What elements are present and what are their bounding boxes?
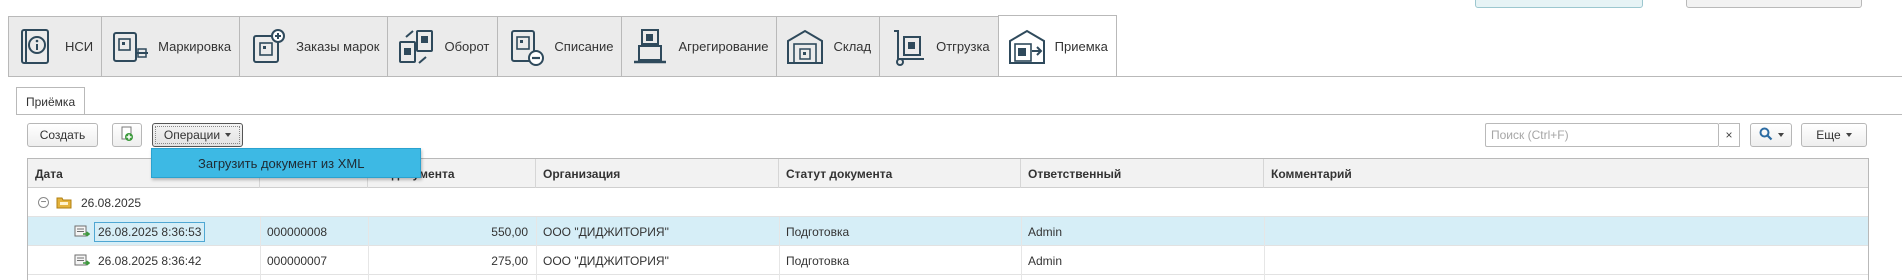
section-tab-label: Склад bbox=[833, 39, 872, 54]
section-tab-label: Приемка bbox=[1054, 39, 1108, 54]
sections-divider bbox=[8, 76, 1902, 77]
table-row[interactable]: 26.08.2025 8:36:42 000000007 275,00 ООО … bbox=[28, 246, 1868, 275]
chevron-down-icon bbox=[1777, 133, 1784, 137]
column-divider bbox=[1264, 217, 1265, 280]
section-tab-label: Отгрузка bbox=[936, 39, 990, 54]
cell-date: 26.08.2025 8:36:42 bbox=[98, 253, 202, 268]
cell-amount: 550,00 bbox=[491, 224, 528, 239]
column-header-comment[interactable]: Комментарий bbox=[1264, 159, 1868, 188]
cell-organization: ООО "ДИДЖИТОРИЯ" bbox=[543, 253, 669, 268]
more-button[interactable]: Еще bbox=[1801, 123, 1867, 147]
column-divider bbox=[536, 217, 537, 280]
cell-responsible: Admin bbox=[1028, 253, 1063, 268]
cell-date[interactable]: 26.08.2025 8:36:53 bbox=[94, 217, 206, 246]
copy-document-button[interactable] bbox=[112, 123, 142, 147]
chevron-down-icon bbox=[1845, 133, 1852, 137]
operations-menu-button[interactable]: Операции bbox=[152, 123, 243, 147]
section-tab-turnover[interactable]: Оборот bbox=[387, 16, 498, 76]
acceptance-icon bbox=[1005, 25, 1049, 69]
page-tab-divider bbox=[16, 114, 1902, 115]
search-input[interactable] bbox=[1485, 123, 1719, 147]
turnover-icon bbox=[394, 25, 438, 69]
more-label: Еще bbox=[1816, 128, 1841, 142]
menu-item-load-xml[interactable]: Загрузить документ из XML bbox=[152, 156, 364, 171]
search-icon bbox=[1759, 127, 1773, 144]
section-tab-order-marks[interactable]: Заказы марок bbox=[239, 16, 388, 76]
section-tab-label: Маркировка bbox=[158, 39, 232, 54]
chevron-down-icon bbox=[225, 133, 232, 137]
copy-document-icon bbox=[119, 126, 135, 145]
info-book-icon bbox=[15, 25, 59, 69]
operations-dropdown-menu: Загрузить документ из XML bbox=[151, 148, 421, 178]
section-tab-marking[interactable]: Маркировка bbox=[101, 16, 240, 76]
section-tab-label: Оборот bbox=[444, 39, 490, 54]
marking-icon bbox=[108, 25, 152, 69]
write-off-icon bbox=[504, 25, 548, 69]
cell-amount: 275,00 bbox=[491, 253, 528, 268]
section-tab-warehouse[interactable]: Склад bbox=[776, 16, 880, 76]
section-tab-shipment[interactable]: Отгрузка bbox=[879, 16, 998, 76]
operations-label: Операции bbox=[163, 128, 221, 142]
column-divider bbox=[779, 217, 780, 280]
column-divider bbox=[260, 217, 261, 280]
shipment-icon bbox=[886, 25, 930, 69]
group-row[interactable]: − 26.08.2025 bbox=[28, 188, 1868, 217]
section-tab-write-off[interactable]: Списание bbox=[497, 16, 622, 76]
section-tab-label: Заказы марок bbox=[296, 39, 380, 54]
group-label: 26.08.2025 bbox=[81, 195, 142, 210]
cell-number: 000000007 bbox=[267, 253, 328, 268]
section-tab-label: Агрегирование bbox=[678, 39, 769, 54]
folder-icon bbox=[56, 196, 72, 212]
warehouse-icon bbox=[783, 25, 827, 69]
section-tab-label: НСИ bbox=[65, 39, 94, 54]
date-value: 26.08.2025 8:36:53 bbox=[94, 221, 206, 242]
cell-status: Подготовка bbox=[786, 253, 850, 268]
cell-comment bbox=[1264, 246, 1271, 275]
section-tab-label: Списание bbox=[554, 39, 614, 54]
cell-number: 000000008 bbox=[267, 224, 328, 239]
top-action-button-1[interactable] bbox=[1475, 0, 1643, 8]
section-tabs: НСИ Маркировка Заказы марок Оборот Списа… bbox=[8, 15, 1117, 77]
column-divider bbox=[1021, 217, 1022, 280]
collapse-icon[interactable]: − bbox=[38, 197, 49, 208]
column-header-organization[interactable]: Организация bbox=[536, 159, 779, 188]
cell-organization: ООО "ДИДЖИТОРИЯ" bbox=[543, 224, 669, 239]
clear-search-button[interactable]: × bbox=[1719, 123, 1740, 147]
section-tab-nsi[interactable]: НСИ bbox=[8, 16, 102, 76]
aggregation-icon bbox=[628, 25, 672, 69]
page-tab-acceptance[interactable]: Приёмка bbox=[16, 87, 86, 115]
search-button[interactable] bbox=[1750, 123, 1792, 147]
section-tab-aggregation[interactable]: Агрегирование bbox=[621, 16, 777, 76]
column-header-responsible[interactable]: Ответственный bbox=[1021, 159, 1264, 188]
table-row[interactable]: 26.08.2025 8:36:53 000000008 550,00 ООО … bbox=[28, 217, 1868, 246]
column-divider bbox=[368, 217, 369, 280]
cell-comment bbox=[1264, 217, 1271, 246]
section-tab-acceptance[interactable]: Приемка bbox=[997, 15, 1117, 77]
document-icon bbox=[74, 254, 91, 271]
top-action-button-2[interactable] bbox=[1686, 0, 1862, 8]
cell-status: Подготовка bbox=[786, 224, 850, 239]
order-marks-icon bbox=[246, 25, 290, 69]
cell-responsible: Admin bbox=[1028, 224, 1063, 239]
column-header-status[interactable]: Статут документа bbox=[779, 159, 1021, 188]
create-button[interactable]: Создать bbox=[27, 123, 98, 147]
document-icon bbox=[74, 225, 91, 242]
